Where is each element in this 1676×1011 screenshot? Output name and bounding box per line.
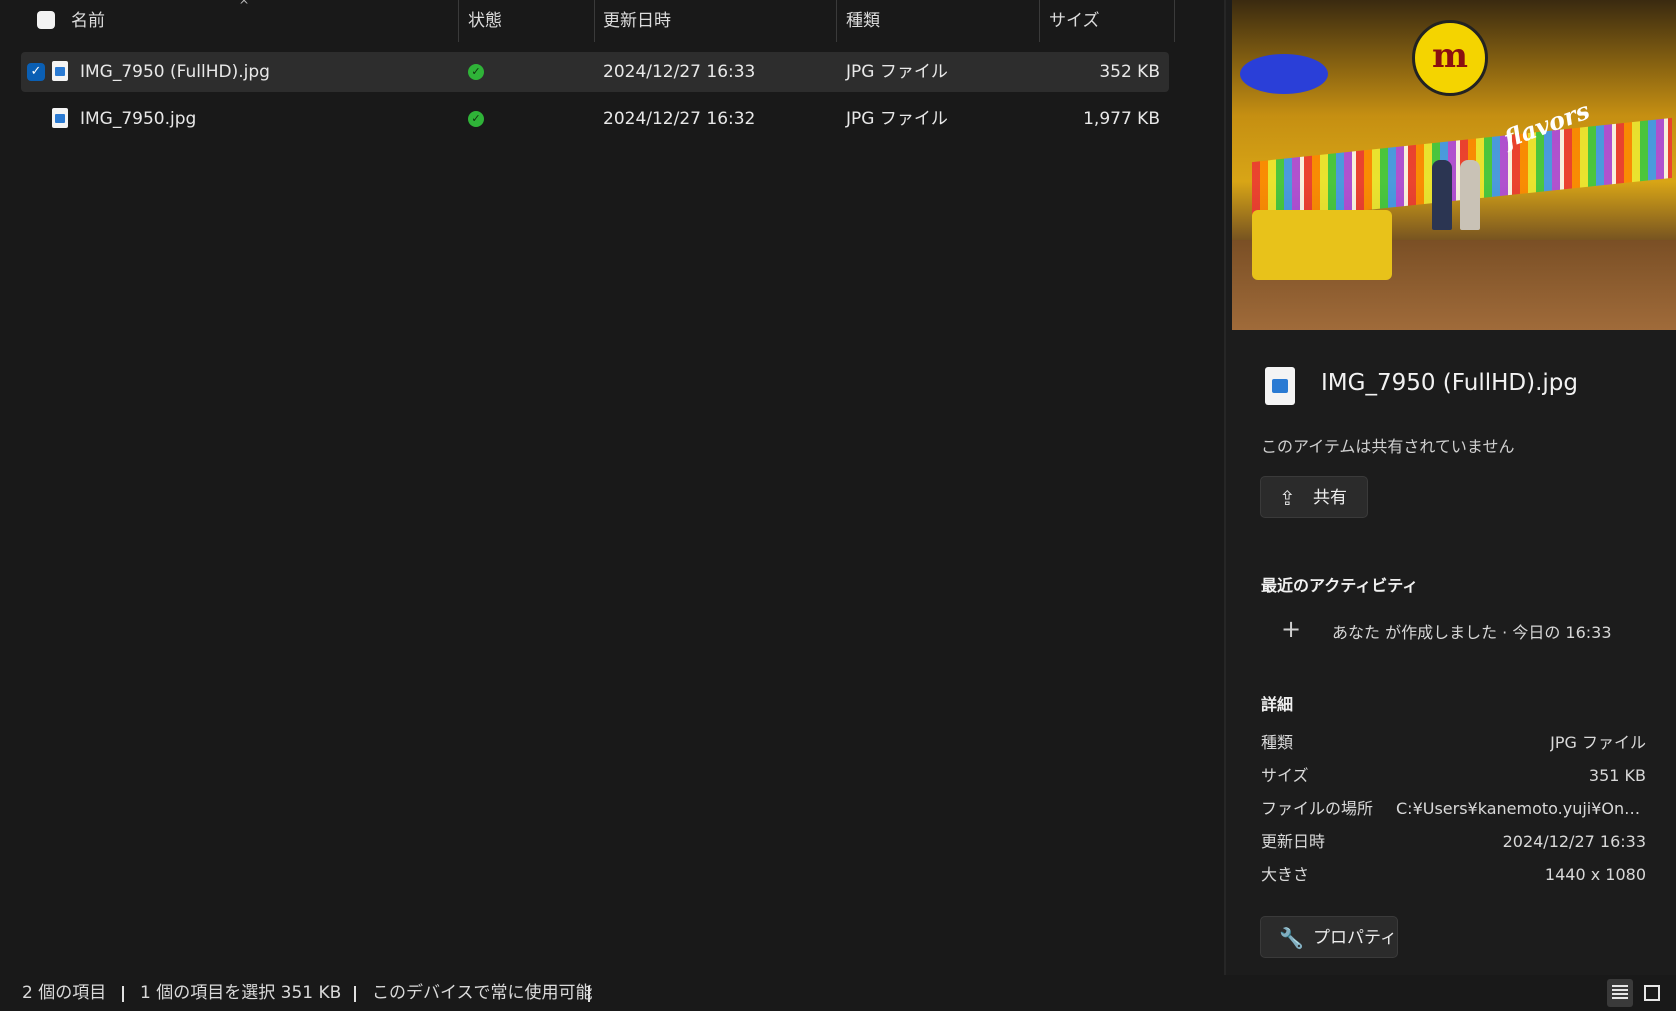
file-row[interactable]: ✓ IMG_7950 (FullHD).jpg ✓ 2024/12/27 16:… xyxy=(21,52,1169,92)
property-value: 351 KB xyxy=(1588,766,1646,785)
column-header-modified[interactable]: 更新日時 xyxy=(603,0,671,42)
property-key: 大きさ xyxy=(1261,865,1310,884)
image-file-icon xyxy=(52,61,68,81)
tiles-view-button[interactable] xyxy=(1639,979,1665,1007)
wrench-icon: 🔧 xyxy=(1279,926,1304,950)
file-modified: 2024/12/27 16:33 xyxy=(603,62,756,82)
file-size: 1,977 KB xyxy=(1083,109,1160,129)
file-list-pane: 名前 ^ 状態 更新日時 種類 サイズ ✓ IMG_7950 (FullHD).… xyxy=(0,0,1224,975)
share-status-text: このアイテムは共有されていません xyxy=(1261,437,1515,456)
details-pane: m flavors IMG_7950 (FullHD).jpg このアイテムは共… xyxy=(1226,0,1676,975)
property-key: サイズ xyxy=(1261,766,1309,785)
file-type: JPG ファイル xyxy=(846,109,948,129)
column-header-size[interactable]: サイズ xyxy=(1049,0,1100,42)
share-icon: ⇪ xyxy=(1279,486,1296,510)
property-key: 更新日時 xyxy=(1261,832,1326,851)
property-key: 種類 xyxy=(1261,733,1294,752)
selection-info: 1 個の項目を選択 351 KB xyxy=(140,983,342,1003)
share-button-label: 共有 xyxy=(1313,488,1347,508)
preview-blue-sign xyxy=(1240,54,1328,94)
file-row[interactable]: IMG_7950.jpg ✓ 2024/12/27 16:32 JPG ファイル… xyxy=(21,99,1169,139)
property-row: サイズ 351 KB xyxy=(1261,761,1646,791)
property-value: JPG ファイル xyxy=(1550,733,1646,752)
file-name: IMG_7950.jpg xyxy=(80,109,197,129)
preview-person xyxy=(1460,160,1480,230)
file-size: 352 KB xyxy=(1099,62,1160,82)
preview-counter xyxy=(1252,210,1392,280)
column-header-type[interactable]: 種類 xyxy=(846,0,880,42)
share-button[interactable]: ⇪ 共有 xyxy=(1260,476,1368,518)
column-header: 名前 ^ 状態 更新日時 種類 サイズ xyxy=(0,0,1180,42)
image-file-icon xyxy=(1265,367,1295,405)
file-type: JPG ファイル xyxy=(846,62,948,82)
column-divider[interactable] xyxy=(1174,0,1175,42)
property-value: C:¥Users¥kanemoto.yuji¥One... xyxy=(1396,799,1646,818)
availability-status: このデバイスで常に使用可能 xyxy=(372,983,593,1003)
column-divider[interactable] xyxy=(836,0,837,42)
column-divider[interactable] xyxy=(594,0,595,42)
column-divider[interactable] xyxy=(458,0,459,42)
property-value: 1440 x 1080 xyxy=(1544,865,1646,884)
plus-icon: + xyxy=(1281,615,1302,643)
item-count: 2 個の項目 xyxy=(22,983,107,1003)
property-row: 大きさ 1440 x 1080 xyxy=(1261,860,1646,890)
checkmark-circle-icon: ✓ xyxy=(468,111,484,127)
status-separator xyxy=(588,986,590,1002)
image-preview: m flavors xyxy=(1232,0,1676,330)
file-modified: 2024/12/27 16:32 xyxy=(603,109,756,129)
property-row: ファイルの場所 C:¥Users¥kanemoto.yuji¥One... xyxy=(1261,794,1646,824)
status-separator xyxy=(122,986,124,1002)
property-value: 2024/12/27 16:33 xyxy=(1502,832,1646,851)
property-row: 種類 JPG ファイル xyxy=(1261,728,1646,758)
property-key: ファイルの場所 xyxy=(1261,799,1374,818)
file-name: IMG_7950 (FullHD).jpg xyxy=(80,62,270,82)
status-separator xyxy=(354,986,356,1002)
status-bar: 2 個の項目 1 個の項目を選択 351 KB このデバイスで常に使用可能 xyxy=(0,975,1676,1011)
image-file-icon xyxy=(52,108,68,128)
property-row: 更新日時 2024/12/27 16:33 xyxy=(1261,827,1646,857)
row-checkbox[interactable]: ✓ xyxy=(27,63,45,81)
checkmark-circle-icon: ✓ xyxy=(468,64,484,80)
chevron-up-icon: ^ xyxy=(239,0,250,12)
details-file-title: IMG_7950 (FullHD).jpg xyxy=(1321,370,1578,396)
preview-person xyxy=(1432,160,1452,230)
details-heading: 詳細 xyxy=(1261,695,1294,714)
list-view-icon xyxy=(1612,985,1628,1001)
properties-button-label: プロパティ xyxy=(1313,928,1397,948)
details-view-button[interactable] xyxy=(1607,979,1633,1007)
preview-view-icon xyxy=(1644,985,1660,1001)
select-all-checkbox[interactable] xyxy=(37,11,55,29)
column-divider[interactable] xyxy=(1039,0,1040,42)
recent-activity-heading: 最近のアクティビティ xyxy=(1261,576,1419,595)
column-header-name[interactable]: 名前 xyxy=(71,0,105,42)
properties-button[interactable]: 🔧 プロパティ xyxy=(1260,916,1398,958)
preview-logo-sign: m xyxy=(1412,20,1488,96)
activity-item: あなた が作成しました · 今日の 16:33 xyxy=(1332,623,1612,642)
column-header-status[interactable]: 状態 xyxy=(468,0,502,42)
